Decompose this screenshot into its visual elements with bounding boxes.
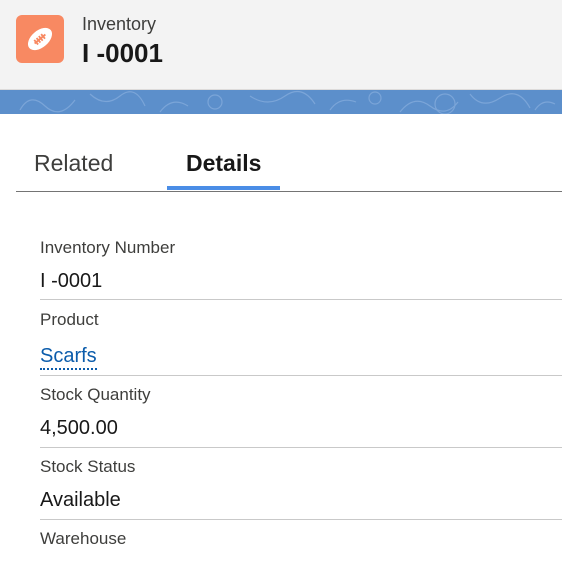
divider	[40, 447, 562, 448]
field-value: 4,500.00	[40, 417, 118, 439]
field-value-wrapper: Scarfs	[40, 345, 97, 370]
field-label: Stock Quantity	[40, 385, 151, 404]
divider	[40, 299, 562, 300]
football-icon	[16, 15, 64, 63]
divider	[40, 519, 562, 520]
field-label: Warehouse	[40, 529, 127, 548]
field-label: Inventory Number	[40, 238, 176, 257]
object-type-label: Inventory	[82, 14, 157, 34]
record-title: I -0001	[82, 38, 163, 68]
field-value: Available	[40, 489, 121, 511]
active-tab-indicator	[167, 186, 280, 190]
tab-related[interactable]: Related	[34, 150, 113, 177]
record-header: Inventory I -0001	[0, 0, 562, 90]
header-banner	[0, 90, 562, 114]
field-value: I -0001	[40, 270, 103, 292]
product-link[interactable]: Scarfs	[40, 345, 97, 370]
field-label: Stock Status	[40, 457, 136, 476]
tab-details[interactable]: Details	[186, 150, 261, 177]
record-tabs: Related Details	[16, 114, 562, 192]
divider	[40, 375, 562, 376]
field-label: Product	[40, 310, 99, 329]
